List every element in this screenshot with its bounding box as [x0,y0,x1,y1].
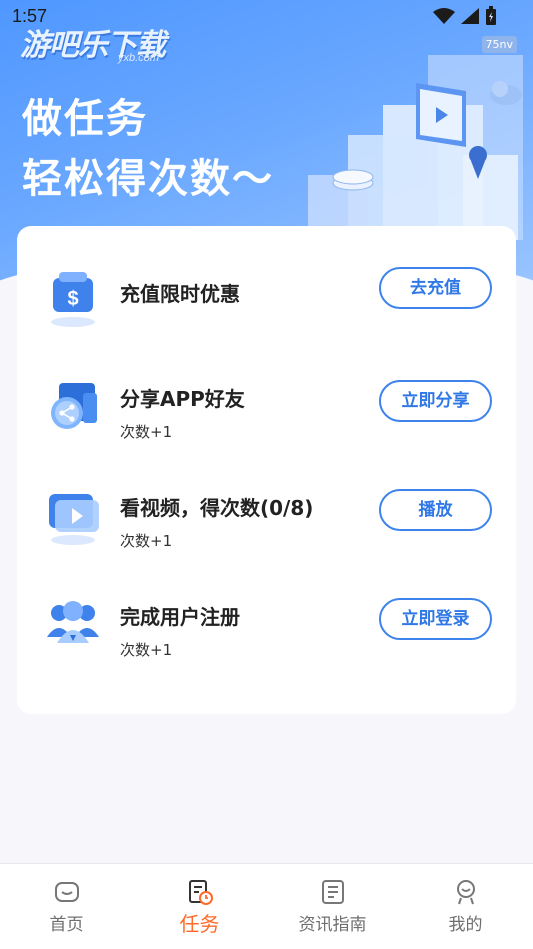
tab-task[interactable]: 任务 [133,864,266,949]
task-item-register: 完成用户注册 次数+1 立即登录 [17,591,516,671]
profile-icon [456,880,475,905]
task-item-recharge: $ 充值限时优惠 去充值 [17,264,516,344]
task-title-recharge: 充值限时优惠 [120,282,240,306]
wifi-icon [433,8,455,24]
task-sub-share: 次数+1 [120,423,173,441]
login-button[interactable]: 立即登录 [379,598,492,640]
signal-icon [461,8,479,24]
recharge-button[interactable]: 去充值 [379,267,492,309]
task-title-video: 看视频，得次数(0/8) [120,496,314,520]
tab-home[interactable]: 首页 [0,864,133,949]
hero-line-1: 做任务 [22,96,148,142]
tab-home-label: 首页 [49,915,84,935]
task-sub-register: 次数+1 [120,641,173,659]
svg-text:$: $ [67,288,78,310]
tab-news[interactable]: 资讯指南 [266,864,399,949]
news-icon [321,880,344,904]
battery-icon [486,6,496,25]
play-button[interactable]: 播放 [379,489,492,531]
tab-profile-label: 我的 [448,915,483,935]
task-card: $ 充值限时优惠 去充值 分享APP好友 次数+1 立即分享 看视频，得次数(0… [17,226,516,714]
user-register-icon [47,601,99,643]
tab-profile[interactable]: 我的 [399,864,532,949]
task-title-register: 完成用户注册 [120,605,240,629]
share-button[interactable]: 立即分享 [379,380,492,422]
task-item-share: 分享APP好友 次数+1 立即分享 [17,373,516,453]
video-play-icon [49,494,99,545]
coin-stack-icon [332,169,374,191]
task-icon [188,880,213,905]
bottom-tab-bar: 首页 任务 资讯指南 我的 [0,863,533,949]
task-item-video: 看视频，得次数(0/8) 次数+1 播放 [17,482,516,562]
dollar-wallet-icon: $ [51,272,95,327]
status-icons [433,6,497,26]
app-logo-sub: yxb.com [118,52,159,64]
share-icon [51,383,97,429]
tab-news-label: 资讯指南 [298,915,367,935]
status-tag: 75nv [481,36,517,53]
task-title-share: 分享APP好友 [120,387,245,411]
home-icon [54,882,79,902]
tab-task-label: 任务 [179,912,220,936]
hero-line-2: 轻松得次数～ [22,156,274,202]
task-sub-video: 次数+1 [120,532,173,550]
hero-illustration [308,55,523,240]
video-screen-icon [416,83,466,147]
